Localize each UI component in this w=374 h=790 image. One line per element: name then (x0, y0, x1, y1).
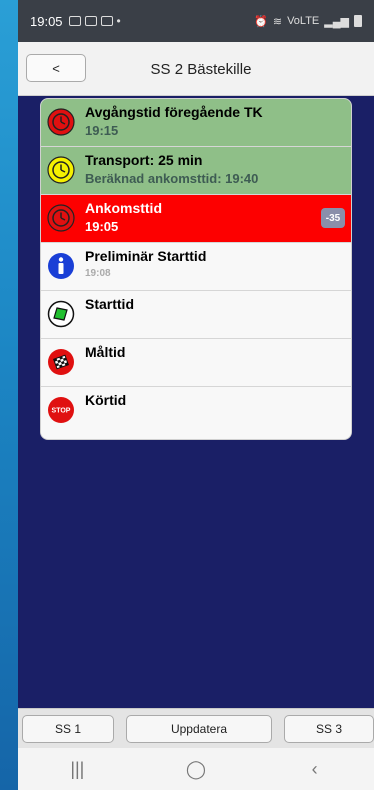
gallery-icon (68, 16, 81, 26)
alarm-icon: ⏰ (254, 15, 268, 28)
list-item-departure[interactable]: Avgångstid föregående TK 19:15 (41, 99, 351, 147)
row-title: Transport: 25 min (85, 152, 203, 168)
list-item-start-time[interactable]: Starttid (41, 291, 351, 339)
checkered-flag-icon (48, 349, 74, 375)
row-title: Ankomsttid (85, 200, 162, 216)
back-nav-icon[interactable]: ‹ (295, 759, 335, 780)
row-title: Preliminär Starttid (85, 248, 207, 264)
info-icon (48, 253, 74, 279)
battery-icon (354, 15, 362, 27)
page-title: SS 2 Bästekille (150, 60, 252, 78)
row-value: 19:05 (85, 219, 119, 234)
home-icon[interactable]: ◯ (176, 759, 216, 780)
row-value: 19:15 (85, 123, 119, 138)
status-bar: 19:05 • ⏰ ≋ VoLTE ▂▄▆ (18, 0, 374, 42)
row-title: Avgångstid föregående TK (85, 104, 263, 120)
bottom-toolbar: SS 1 Uppdatera SS 3 (18, 708, 374, 748)
image-icon (84, 16, 97, 26)
notification-icons (68, 16, 113, 26)
previous-stage-button[interactable]: SS 1 (22, 715, 114, 743)
list-item-transport[interactable]: Transport: 25 min Beräknad ankomsttid: 1… (41, 147, 351, 195)
list-item-preliminary-start[interactable]: Preliminär Starttid 19:08 (41, 243, 351, 291)
recents-icon[interactable]: ||| (57, 759, 97, 780)
wifi-icon: ≋ (272, 15, 283, 28)
list-item-finish-time[interactable]: Måltid (41, 339, 351, 387)
row-title: Körtid (85, 392, 127, 408)
green-flag-icon (47, 300, 75, 328)
network-label: VoLTE (287, 15, 320, 27)
update-button[interactable]: Uppdatera (126, 715, 272, 743)
red-clock-icon (47, 204, 75, 232)
row-value: 19:08 (85, 268, 111, 279)
svg-text:STOP: STOP (52, 408, 71, 415)
row-title: Starttid (85, 296, 134, 312)
stop-sign-icon: STOP (48, 397, 74, 423)
time-difference-badge: -35 (321, 208, 345, 228)
signal-icon: ▂▄▆ (324, 15, 349, 28)
title-bar: < SS 2 Bästekille (18, 42, 374, 96)
next-stage-button[interactable]: SS 3 (284, 715, 374, 743)
video-icon (100, 16, 113, 26)
more-notifications-dot: • (116, 14, 121, 28)
red-clock-icon (47, 108, 75, 136)
list-item-arrival[interactable]: Ankomsttid 19:05 -35 (41, 195, 351, 243)
time-list: Avgångstid föregående TK 19:15 Transport… (40, 98, 352, 440)
status-time: 19:05 (30, 13, 63, 29)
system-navigation-bar: ||| ◯ ‹ (18, 748, 374, 790)
list-item-driving-time[interactable]: STOP Körtid (41, 387, 351, 435)
row-value: Beräknad ankomsttid: 19:40 (85, 171, 259, 186)
yellow-clock-icon (47, 156, 75, 184)
phone-screen: 19:05 • ⏰ ≋ VoLTE ▂▄▆ < SS 2 Bästekille (18, 0, 374, 790)
system-icons: ⏰ ≋ VoLTE ▂▄▆ (254, 15, 362, 28)
row-title: Måltid (85, 344, 126, 360)
back-button[interactable]: < (26, 54, 86, 82)
